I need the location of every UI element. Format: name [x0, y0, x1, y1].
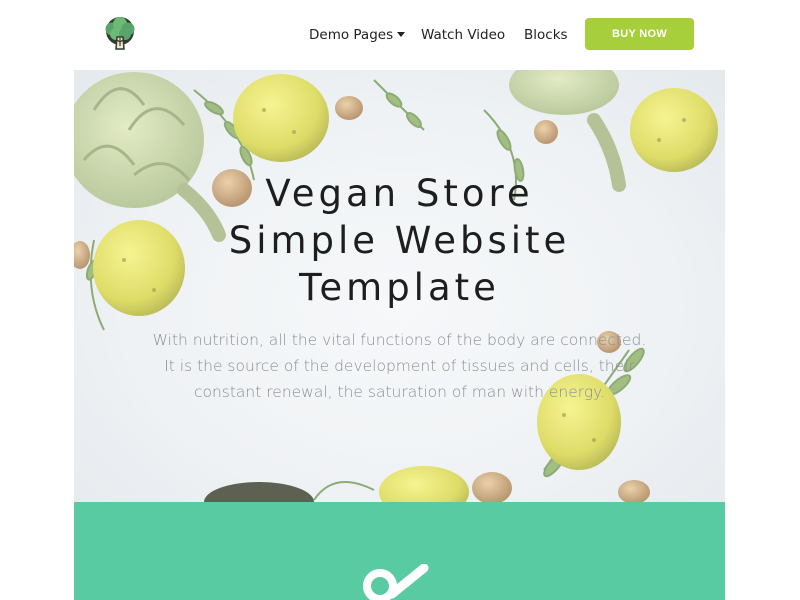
- caret-down-icon: [397, 32, 406, 37]
- feature-section: [74, 502, 725, 600]
- check-mark-icon: [363, 564, 429, 600]
- nav-demo-pages-label: Demo Pages: [309, 27, 394, 43]
- hero-title: Vegan Store Simple Website Template: [74, 170, 725, 311]
- hero-section: Vegan Store Simple Website Template With…: [74, 70, 725, 502]
- site-header: Demo Pages Watch Video Blocks BUY NOW: [0, 0, 800, 70]
- nav-watch-video[interactable]: Watch Video: [421, 27, 505, 43]
- hero-description: With nutrition, all the vital functions …: [114, 327, 685, 405]
- hero-description-line: constant renewal, the saturation of man …: [193, 383, 606, 401]
- broccoli-tree-icon[interactable]: [101, 15, 139, 53]
- hero-description-line: With nutrition, all the vital functions …: [152, 331, 647, 349]
- buy-now-button[interactable]: BUY NOW: [585, 18, 694, 50]
- hero-description-line: It is the source of the development of t…: [164, 357, 635, 375]
- hero-title-line: Template: [299, 266, 500, 309]
- nav-demo-pages[interactable]: Demo Pages: [309, 27, 406, 43]
- hero-title-line: Vegan Store: [265, 172, 534, 215]
- hero-title-line: Simple Website: [228, 219, 571, 262]
- nav-blocks[interactable]: Blocks: [524, 27, 568, 43]
